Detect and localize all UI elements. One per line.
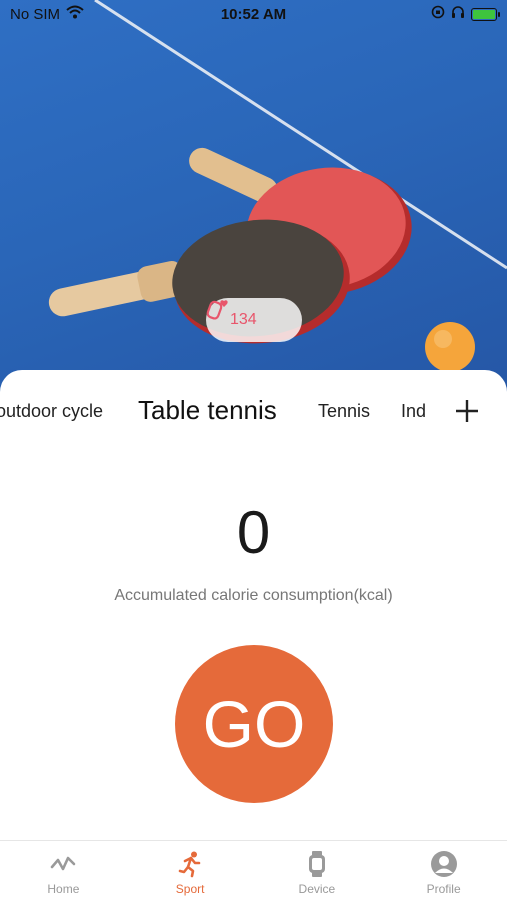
bottom-nav: Home Sport Device Profile (0, 840, 507, 900)
nav-item-home[interactable]: Home (0, 841, 127, 900)
battery-icon (471, 7, 500, 21)
nav-item-device[interactable]: Device (254, 841, 381, 900)
nav-item-sport[interactable]: Sport (127, 841, 254, 900)
orientation-lock-icon (431, 5, 445, 23)
carrier-label: No SIM (10, 5, 61, 23)
home-wave-icon (49, 850, 77, 878)
running-person-icon (176, 850, 204, 878)
nav-label-device: Device (298, 882, 336, 896)
watch-icon (303, 850, 331, 878)
heart-rate-pill: 134 (206, 298, 302, 342)
nav-item-profile[interactable]: Profile (380, 841, 507, 900)
tab-tennis[interactable]: Tennis (318, 401, 370, 422)
add-sport-button[interactable] (452, 396, 482, 426)
hero-image: 134 (0, 0, 507, 392)
status-bar: No SIM 10:52 AM (0, 0, 507, 28)
tab-table-tennis[interactable]: Table tennis (138, 395, 277, 426)
tab-indoor[interactable]: Ind (401, 401, 426, 422)
sport-type-tabs: outdoor cycle Table tennis Tennis Ind (0, 370, 507, 452)
tab-outdoor-cycle[interactable]: outdoor cycle (0, 401, 103, 422)
nav-label-profile: Profile (426, 882, 461, 896)
wifi-icon (66, 5, 84, 23)
person-icon (430, 850, 458, 878)
nav-label-home: Home (47, 882, 80, 896)
calorie-value: 0 (236, 499, 271, 566)
heart-rate-value: 134 (230, 311, 257, 328)
sport-sheet: outdoor cycle Table tennis Tennis Ind 0 … (0, 370, 507, 840)
calorie-label: Accumulated calorie consumption(kcal) (114, 587, 393, 604)
go-button[interactable]: GO (175, 645, 333, 803)
nav-label-sport: Sport (175, 882, 205, 896)
plus-icon (456, 400, 478, 422)
headphones-icon (451, 5, 465, 23)
